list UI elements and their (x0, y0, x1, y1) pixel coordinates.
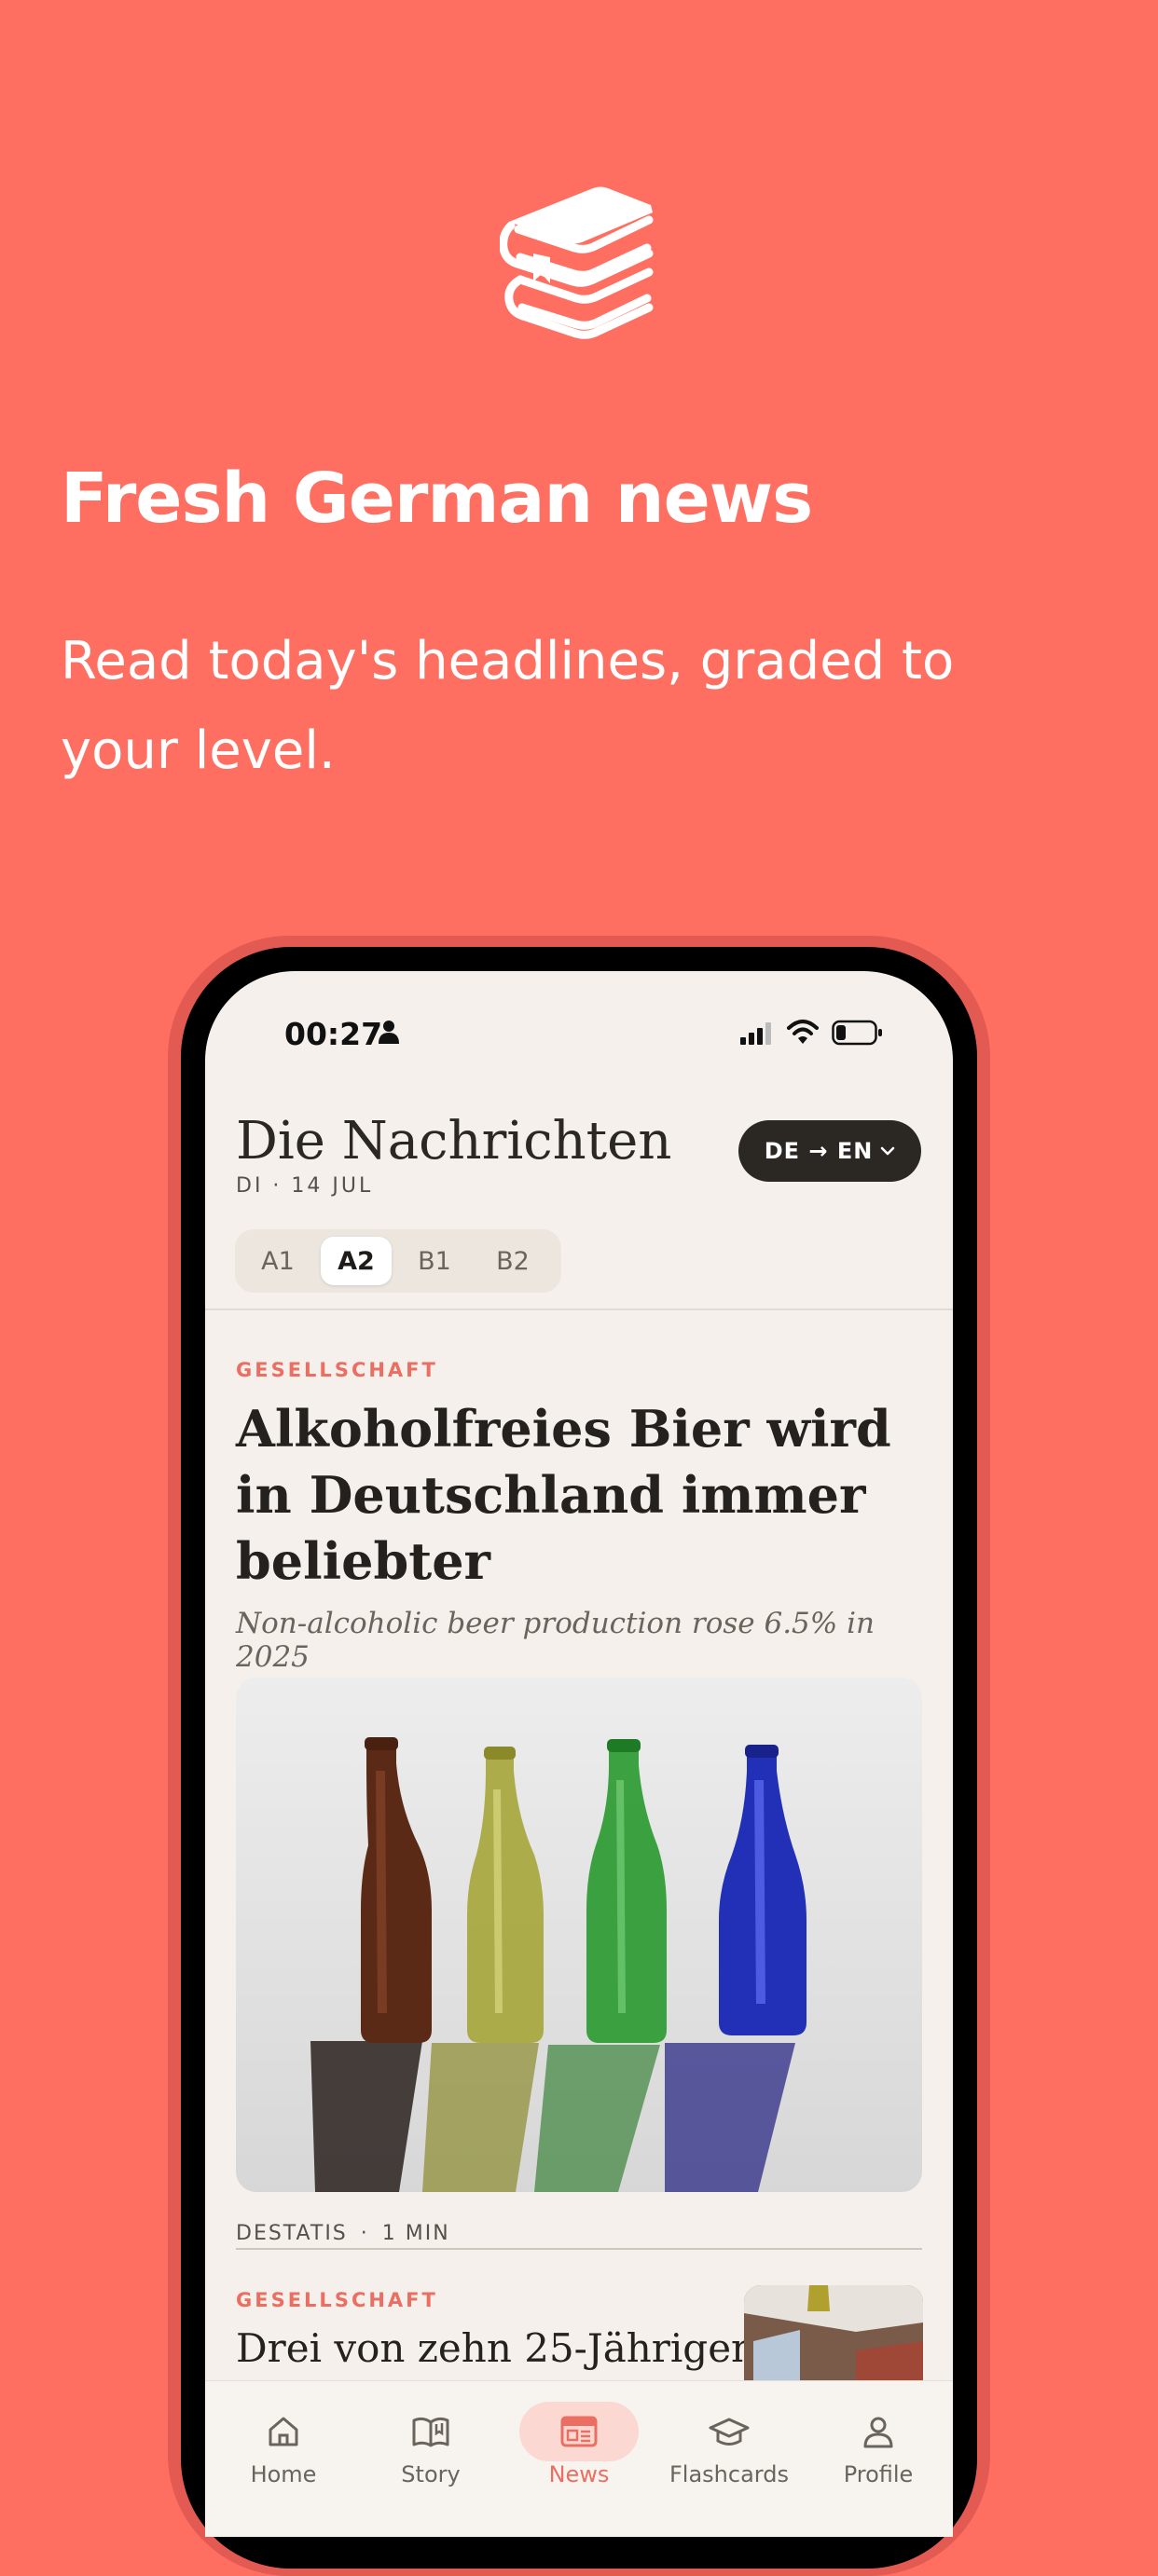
tab-story-label: Story (401, 2461, 461, 2487)
article-meta: DESTATIS · 1 MIN (236, 2222, 463, 2245)
wifi-icon (787, 1020, 819, 1044)
tab-story[interactable]: Story (356, 2381, 505, 2537)
status-bar: 00:27 (205, 971, 953, 1055)
bottom-tab-bar: Home Story News Flashcards Profile (205, 2380, 953, 2537)
article2-headline[interactable]: Drei von zehn 25-Jährigen (236, 2321, 756, 2377)
tab-flashcards-label: Flashcards (669, 2461, 789, 2487)
person-icon (863, 2417, 893, 2448)
language-toggle-label: DE → EN (764, 1138, 874, 1164)
graduation-cap-icon (709, 2418, 750, 2446)
article-divider (236, 2248, 922, 2250)
level-a1[interactable]: A1 (242, 1237, 313, 1285)
header-divider (205, 1309, 953, 1310)
article-translation: Non-alcoholic beer production rose 6.5% … (236, 1607, 875, 1674)
books-logo-icon (500, 186, 654, 339)
article-image[interactable] (236, 1678, 922, 2192)
tab-home-label: Home (250, 2461, 317, 2487)
open-book-icon (412, 2417, 449, 2447)
level-b2[interactable]: B2 (477, 1237, 548, 1285)
language-toggle-button[interactable]: DE → EN (738, 1120, 921, 1182)
tab-flashcards[interactable]: Flashcards (655, 2381, 804, 2537)
level-selector: A1 A2 B1 B2 (235, 1229, 561, 1293)
level-b1[interactable]: B1 (399, 1237, 470, 1285)
page-title: Die Nachrichten (236, 1111, 672, 1172)
promo-title: Fresh German news (61, 459, 813, 539)
level-a2[interactable]: A2 (321, 1237, 392, 1285)
chevron-down-icon (881, 1146, 895, 1156)
page-date: DI · 14 JUL (236, 1174, 374, 1198)
article-headline[interactable]: Alkoholfreies Bier wird in Deutschland i… (236, 1396, 926, 1595)
newspaper-icon (560, 2416, 598, 2447)
article2-category: GESELLSCHAFT (236, 2289, 438, 2311)
article-read-time: 1 MIN (381, 2222, 450, 2245)
meta-separator: · (360, 2222, 369, 2245)
tab-news-label: News (548, 2461, 610, 2487)
tab-news[interactable]: News (504, 2381, 654, 2537)
tab-home[interactable]: Home (209, 2381, 358, 2537)
battery-icon (832, 1020, 882, 1046)
article-source: DESTATIS (236, 2222, 348, 2245)
article-category: GESELLSCHAFT (236, 1359, 438, 1381)
person-icon (379, 1021, 399, 1044)
app-screen: 00:27 Die Nachrichten DI · 14 JUL DE → E… (205, 971, 953, 2537)
cellular-signal-icon (740, 1022, 771, 1045)
tab-profile-label: Profile (843, 2461, 914, 2487)
home-icon (269, 2417, 298, 2446)
promo-subtitle: Read today's headlines, graded to your l… (61, 631, 955, 781)
tab-profile[interactable]: Profile (804, 2381, 953, 2537)
status-time: 00:27 (284, 1016, 383, 1052)
